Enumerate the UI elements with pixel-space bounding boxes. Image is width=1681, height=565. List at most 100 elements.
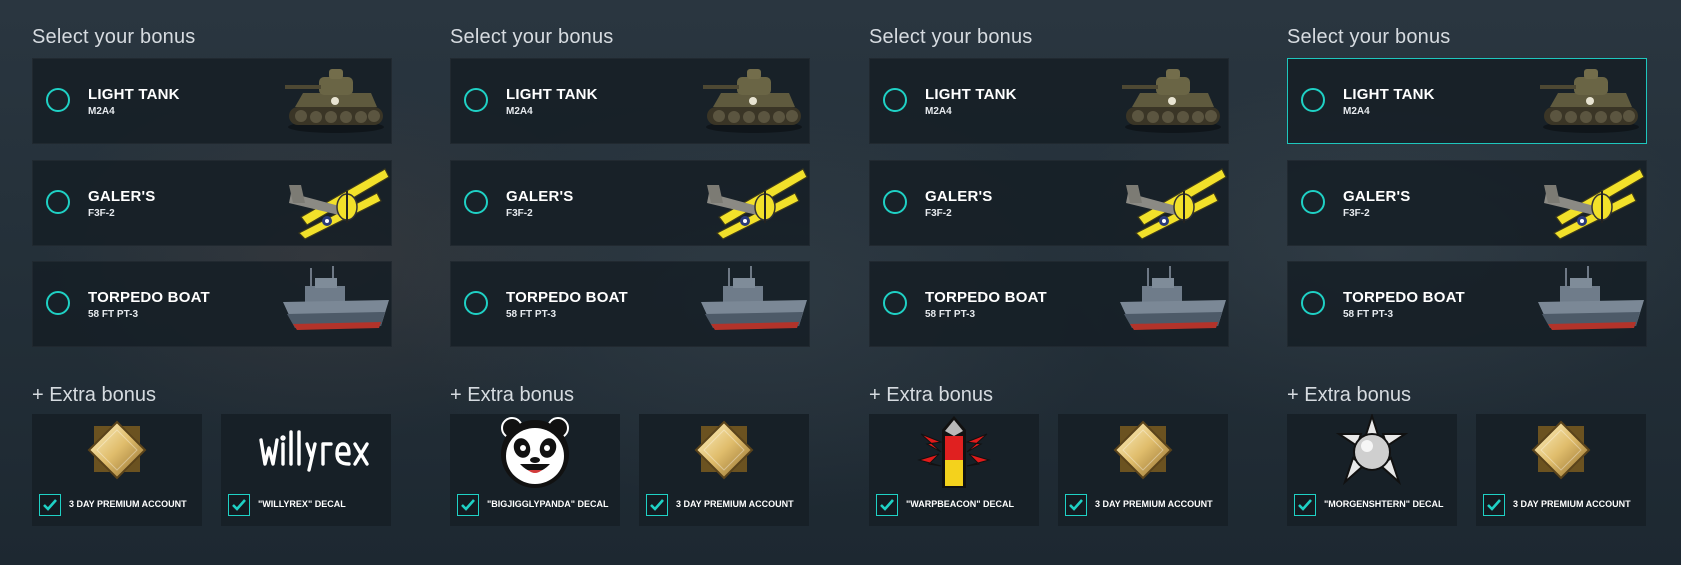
option-torpedo-boat[interactable]: TORPEDO BOAT 58 FT PT-3 (869, 261, 1229, 347)
radio-button[interactable] (883, 88, 907, 112)
option-name: TORPEDO BOAT (925, 289, 1047, 306)
panel-title: Select your bonus (1287, 26, 1451, 48)
checkbox[interactable] (1065, 494, 1087, 516)
boat-icon (1536, 264, 1646, 344)
option-subtitle: F3F-2 (506, 208, 533, 219)
radio-button[interactable] (1301, 291, 1325, 315)
bonus-panel-4: Select your bonus LIGHT TANK M2A4 GALER'… (1287, 0, 1647, 565)
extra-bonus-title: + Extra bonus (450, 384, 574, 406)
extra-bonus-card[interactable]: 3 DAY PREMIUM ACCOUNT (1476, 414, 1646, 526)
option-subtitle: 58 FT PT-3 (1343, 309, 1394, 320)
extra-bonus-label: 3 DAY PREMIUM ACCOUNT (676, 499, 794, 509)
premium-diamond-icon (639, 414, 809, 492)
extra-bonus-label: "MORGENSHTERN" DECAL (1324, 499, 1444, 509)
radio-button[interactable] (464, 190, 488, 214)
radio-button[interactable] (883, 190, 907, 214)
radio-button[interactable] (46, 190, 70, 214)
option-light-tank[interactable]: LIGHT TANK M2A4 (450, 58, 810, 144)
option-subtitle: 58 FT PT-3 (88, 309, 139, 320)
option-torpedo-boat[interactable]: TORPEDO BOAT 58 FT PT-3 (32, 261, 392, 347)
extra-bonus-label: "WARPBEACON" DECAL (906, 499, 1015, 509)
extra-bonus-card[interactable]: "WARPBEACON" DECAL (869, 414, 1039, 526)
panel-title: Select your bonus (32, 26, 196, 48)
option-name: LIGHT TANK (88, 86, 180, 103)
radio-button[interactable] (46, 291, 70, 315)
option-name: GALER'S (925, 188, 993, 205)
tank-icon (699, 61, 809, 141)
premium-diamond-icon (1058, 414, 1228, 492)
bonus-panel-2: Select your bonus LIGHT TANK M2A4 GALER'… (450, 0, 810, 565)
premium-diamond-icon (32, 414, 202, 492)
radio-button[interactable] (1301, 88, 1325, 112)
option-torpedo-boat[interactable]: TORPEDO BOAT 58 FT PT-3 (1287, 261, 1647, 347)
extra-bonus-title: + Extra bonus (1287, 384, 1411, 406)
option-galers[interactable]: GALER'S F3F-2 (1287, 160, 1647, 246)
checkbox[interactable] (39, 494, 61, 516)
willyrex-logo (221, 414, 391, 492)
extra-bonus-card[interactable]: "MORGENSHTERN" DECAL (1287, 412, 1457, 526)
panda-decal-icon (450, 414, 620, 492)
checkbox[interactable] (646, 494, 668, 516)
boat-icon (281, 264, 391, 344)
option-name: GALER'S (506, 188, 574, 205)
tank-icon (1118, 61, 1228, 141)
option-light-tank[interactable]: LIGHT TANK M2A4 (1287, 58, 1647, 144)
radio-button[interactable] (46, 88, 70, 112)
option-light-tank[interactable]: LIGHT TANK M2A4 (869, 58, 1229, 144)
boat-icon (699, 264, 809, 344)
option-light-tank[interactable]: LIGHT TANK M2A4 (32, 58, 392, 144)
option-galers[interactable]: GALER'S F3F-2 (869, 160, 1229, 246)
option-galers[interactable]: GALER'S F3F-2 (32, 160, 392, 246)
option-subtitle: 58 FT PT-3 (506, 309, 557, 320)
option-subtitle: F3F-2 (1343, 208, 1370, 219)
tank-icon (281, 61, 391, 141)
option-name: LIGHT TANK (506, 86, 598, 103)
option-torpedo-boat[interactable]: TORPEDO BOAT 58 FT PT-3 (450, 261, 810, 347)
extra-bonus-label: "BIGJIGGLYPANDA" DECAL (487, 499, 609, 509)
extra-bonus-card[interactable]: 3 DAY PREMIUM ACCOUNT (639, 414, 809, 526)
extra-bonus-card[interactable]: "BIGJIGGLYPANDA" DECAL (450, 414, 620, 526)
option-name: GALER'S (88, 188, 156, 205)
option-name: TORPEDO BOAT (88, 289, 210, 306)
option-name: LIGHT TANK (925, 86, 1017, 103)
option-subtitle: M2A4 (506, 106, 533, 117)
panel-title: Select your bonus (450, 26, 614, 48)
option-subtitle: 58 FT PT-3 (925, 309, 976, 320)
option-name: GALER'S (1343, 188, 1411, 205)
plane-icon (281, 163, 391, 243)
checkbox[interactable] (457, 494, 479, 516)
premium-diamond-icon (1476, 414, 1646, 492)
extra-bonus-label: 3 DAY PREMIUM ACCOUNT (1513, 499, 1631, 509)
warpbeacon-decal-icon (869, 414, 1039, 492)
checkbox[interactable] (228, 494, 250, 516)
radio-button[interactable] (464, 291, 488, 315)
morgenshtern-decal-icon (1287, 412, 1457, 492)
option-subtitle: M2A4 (925, 106, 952, 117)
panel-title: Select your bonus (869, 26, 1033, 48)
option-subtitle: M2A4 (1343, 106, 1370, 117)
extra-bonus-title: + Extra bonus (869, 384, 993, 406)
option-subtitle: M2A4 (88, 106, 115, 117)
radio-button[interactable] (1301, 190, 1325, 214)
option-name: TORPEDO BOAT (506, 289, 628, 306)
extra-bonus-card[interactable]: 3 DAY PREMIUM ACCOUNT (1058, 414, 1228, 526)
extra-bonus-card[interactable]: "WILLYREX" DECAL (221, 414, 391, 526)
plane-icon (1536, 163, 1646, 243)
radio-button[interactable] (464, 88, 488, 112)
plane-icon (1118, 163, 1228, 243)
tank-icon (1536, 61, 1646, 141)
extra-bonus-card[interactable]: 3 DAY PREMIUM ACCOUNT (32, 414, 202, 526)
option-galers[interactable]: GALER'S F3F-2 (450, 160, 810, 246)
extra-bonus-title: + Extra bonus (32, 384, 156, 406)
radio-button[interactable] (883, 291, 907, 315)
bonus-panel-1: Select your bonus LIGHT TANK M2A4 GALER'… (32, 0, 392, 565)
boat-icon (1118, 264, 1228, 344)
option-name: TORPEDO BOAT (1343, 289, 1465, 306)
option-subtitle: F3F-2 (925, 208, 952, 219)
checkbox[interactable] (876, 494, 898, 516)
bonus-panel-3: Select your bonus LIGHT TANK M2A4 GALER'… (869, 0, 1229, 565)
option-name: LIGHT TANK (1343, 86, 1435, 103)
checkbox[interactable] (1483, 494, 1505, 516)
checkbox[interactable] (1294, 494, 1316, 516)
extra-bonus-label: 3 DAY PREMIUM ACCOUNT (69, 499, 187, 509)
